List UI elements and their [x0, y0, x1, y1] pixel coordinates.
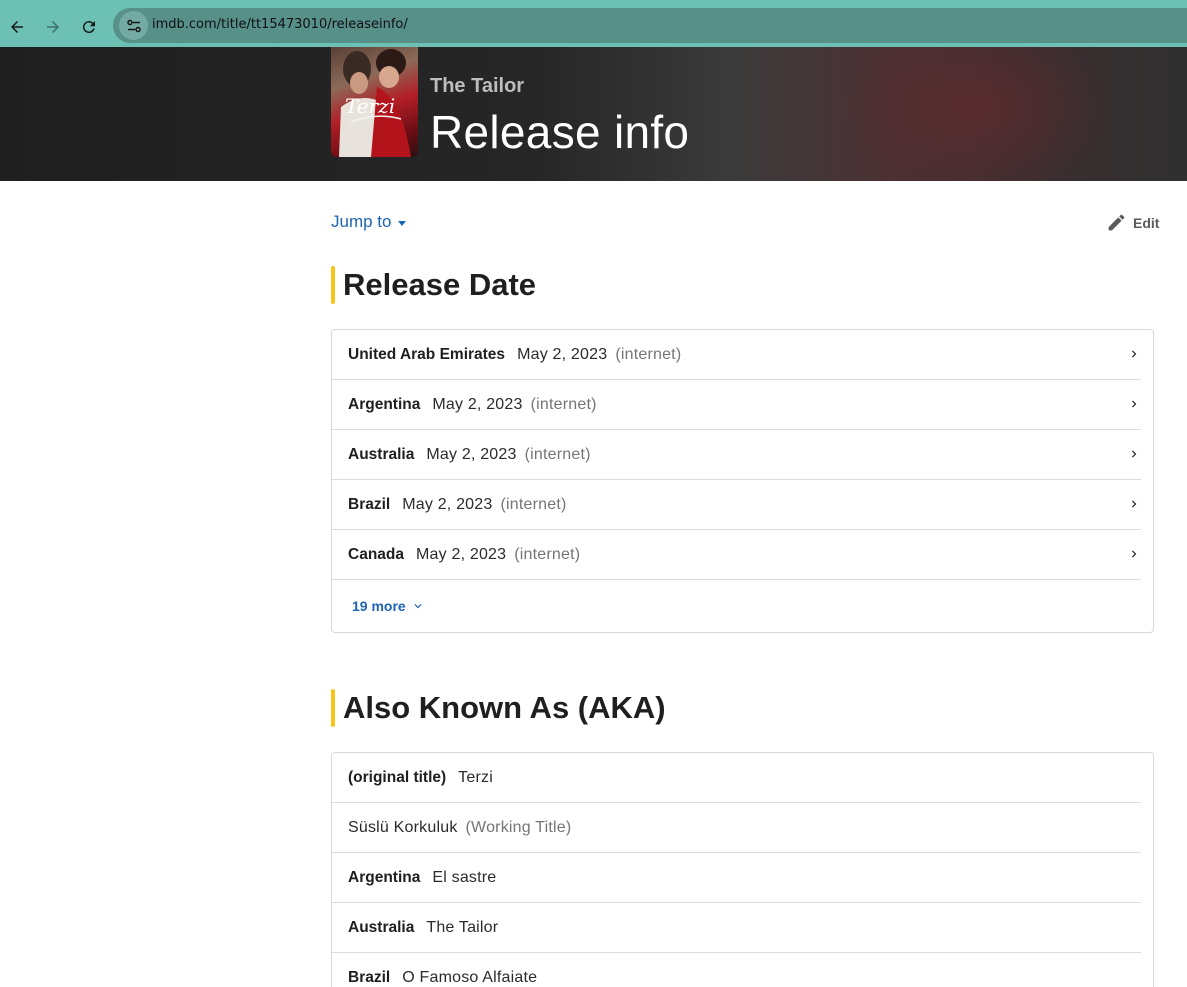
country-label[interactable]: United Arab Emirates	[348, 346, 505, 364]
poster-artwork: Terzi	[339, 49, 411, 157]
aka-title-value: O Famoso Alfaiate	[402, 968, 538, 986]
aka-row: Brazil O Famoso Alfaiate	[332, 953, 1141, 987]
aka-title-value: El sastre	[432, 868, 497, 886]
country-label[interactable]: Brazil	[348, 496, 390, 514]
reload-icon	[82, 21, 95, 34]
release-date-row[interactable]: Australia May 2, 2023 (internet)	[332, 430, 1141, 480]
release-date-value: May 2, 2023	[416, 545, 507, 563]
country-label[interactable]: Argentina	[348, 396, 420, 414]
chevron-down-icon	[414, 604, 422, 609]
release-date-list: United Arab Emirates May 2, 2023 (intern…	[331, 329, 1154, 633]
aka-title-value: Süslü Korkuluk	[348, 818, 458, 836]
aka-attribute: (Working Title)	[465, 818, 572, 836]
title-link[interactable]: The Tailor	[430, 75, 524, 98]
edit-label: Edit	[1133, 214, 1160, 231]
chevron-right-icon[interactable]	[1127, 447, 1141, 461]
show-more-label: 19 more	[352, 598, 406, 614]
chevron-right-icon[interactable]	[1127, 397, 1141, 411]
release-date-row[interactable]: Argentina May 2, 2023 (internet)	[332, 380, 1141, 430]
aka-title-value: The Tailor	[426, 918, 499, 936]
aka-title-value: Terzi	[458, 768, 493, 786]
country-label[interactable]: Australia	[348, 446, 414, 464]
release-date-row[interactable]: Canada May 2, 2023 (internet)	[332, 530, 1141, 580]
edit-button[interactable]: Edit	[1106, 212, 1159, 233]
release-attribute: (internet)	[615, 345, 682, 363]
hero-banner: Terzi The Tailor Release info	[0, 47, 1187, 181]
aka-label: Australia	[348, 918, 415, 936]
forward-arrow-icon	[47, 21, 59, 33]
release-date-heading: Release Date	[331, 266, 536, 304]
back-arrow-icon	[11, 21, 23, 33]
pencil-icon	[1108, 214, 1125, 231]
aka-label: Brazil	[348, 968, 391, 986]
release-date-row[interactable]: United Arab Emirates May 2, 2023 (intern…	[332, 330, 1141, 380]
country-label[interactable]: Canada	[348, 546, 404, 564]
aka-row: Argentina El sastre	[332, 853, 1141, 903]
aka-label: Argentina	[348, 868, 421, 886]
chevron-right-icon[interactable]	[1127, 347, 1141, 361]
site-info-button[interactable]	[119, 11, 148, 40]
aka-row: Australia The Tailor	[332, 903, 1141, 953]
release-date-row[interactable]: Brazil May 2, 2023 (internet)	[332, 480, 1141, 530]
chevron-right-icon[interactable]	[1127, 497, 1141, 511]
aka-heading: Also Known As (AKA)	[331, 689, 666, 727]
jump-to-dropdown[interactable]: Jump to	[331, 212, 407, 232]
aka-row: (original title) Terzi	[332, 753, 1141, 803]
back-button[interactable]	[2, 12, 32, 42]
browser-toolbar: imdb.com/title/tt15473010/releaseinfo/	[0, 6, 1187, 47]
release-attribute: (internet)	[514, 545, 581, 563]
url-text[interactable]: imdb.com/title/tt15473010/releaseinfo/	[152, 17, 408, 32]
release-date-value: May 2, 2023	[432, 395, 523, 413]
release-date-value: May 2, 2023	[426, 445, 517, 463]
release-attribute: (internet)	[524, 445, 591, 463]
poster-title-text: Terzi	[345, 94, 395, 118]
release-attribute: (internet)	[530, 395, 597, 413]
jump-to-label: Jump to	[331, 212, 392, 231]
page-title: Release info	[430, 106, 690, 158]
release-attribute: (internet)	[500, 495, 567, 513]
forward-button[interactable]	[38, 12, 68, 42]
site-info-icon	[126, 19, 141, 32]
show-more-button[interactable]: 19 more	[332, 580, 1153, 632]
hero-background-glow	[840, 47, 1120, 181]
aka-list: (original title) Terzi Süslü Korkuluk (W…	[331, 752, 1154, 987]
address-bar[interactable]: imdb.com/title/tt15473010/releaseinfo/	[113, 8, 1187, 43]
poster-image[interactable]: Terzi	[331, 47, 418, 157]
release-date-value: May 2, 2023	[517, 345, 608, 363]
aka-label: (original title)	[348, 768, 447, 786]
aka-row: Süslü Korkuluk (Working Title)	[332, 803, 1141, 853]
caret-down-icon	[398, 220, 407, 226]
reload-button[interactable]	[74, 12, 104, 42]
chevron-right-icon[interactable]	[1127, 547, 1141, 561]
release-date-value: May 2, 2023	[402, 495, 493, 513]
